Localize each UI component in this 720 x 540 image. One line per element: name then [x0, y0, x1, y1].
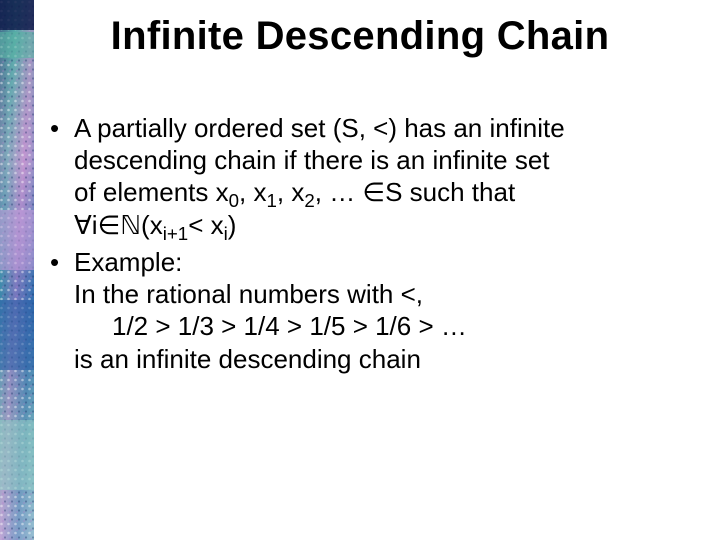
bullet-1-line-1: A partially ordered set (S, <) has an in…: [74, 113, 565, 143]
bullet-1: A partially ordered set (S, <) has an in…: [48, 112, 684, 242]
bullet-2-line-2: In the rational numbers with <,: [74, 279, 423, 309]
bullet-1-line-2: descending chain if there is an infinite…: [74, 145, 550, 175]
bullet-2-line-4: is an infinite descending chain: [74, 344, 421, 374]
decorative-border: [0, 0, 34, 540]
slide: Infinite Descending Chain A partially or…: [0, 0, 720, 540]
slide-title: Infinite Descending Chain: [0, 14, 720, 59]
bullet-list: A partially ordered set (S, <) has an in…: [48, 112, 684, 375]
bullet-1-line-3: of elements x0, x1, x2, … ∈S such that: [74, 177, 515, 207]
bullet-1-line-4: ∀i∈ℕ(xi+1< xi): [74, 210, 236, 240]
bullet-2-line-3: 1/2 > 1/3 > 1/4 > 1/5 > 1/6 > …: [74, 310, 684, 342]
slide-body: A partially ordered set (S, <) has an in…: [48, 112, 684, 379]
bullet-2: Example: In the rational numbers with <,…: [48, 246, 684, 375]
bullet-2-line-1: Example:: [74, 247, 182, 277]
